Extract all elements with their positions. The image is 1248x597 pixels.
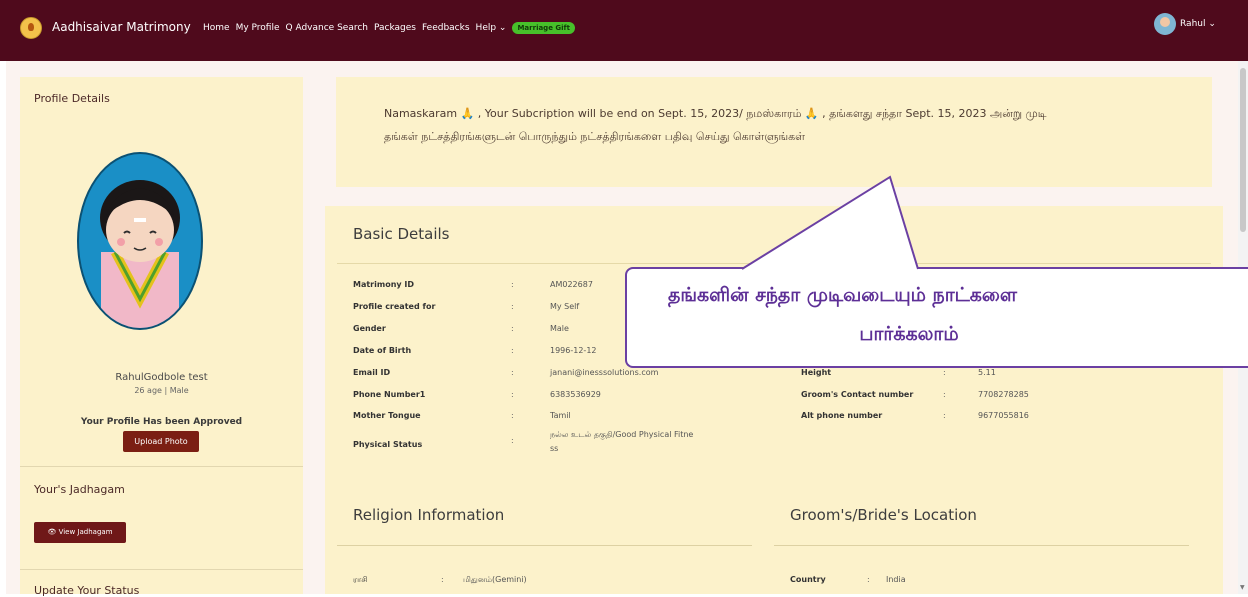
- field-value: 1996-12-12: [550, 346, 597, 355]
- field-colon: :: [441, 575, 444, 584]
- field-value: India: [886, 575, 906, 584]
- nav-help[interactable]: Help ⌄: [476, 23, 507, 33]
- field-value: 5.11: [978, 368, 996, 377]
- field-colon: :: [511, 436, 514, 445]
- field-colon: :: [943, 411, 946, 420]
- nav-packages[interactable]: Packages: [374, 23, 416, 33]
- avatar-illustration: [100, 180, 180, 328]
- user-avatar[interactable]: [1154, 13, 1176, 35]
- field-colon: :: [511, 324, 514, 333]
- field-value: My Self: [550, 302, 580, 311]
- callout-box: [625, 267, 1248, 368]
- field-label: Alt phone number: [801, 411, 883, 420]
- field-value: மிதுனம்(Gemini): [463, 575, 527, 584]
- profile-name: RahulGodbole test: [115, 372, 208, 383]
- user-menu[interactable]: Rahul ⌄: [1180, 19, 1216, 29]
- field-colon: :: [943, 368, 946, 377]
- profile-avatar: [77, 152, 203, 330]
- section-divider: [337, 263, 1211, 264]
- field-label: Date of Birth: [353, 346, 412, 355]
- field-label: Profile created for: [353, 302, 436, 311]
- callout-text: பார்க்கலாம்: [859, 323, 959, 345]
- approval-status: Your Profile Has been Approved: [80, 417, 243, 427]
- field-value: 6383536929: [550, 390, 601, 399]
- scroll-down-icon[interactable]: ▼: [1240, 584, 1245, 591]
- field-value: 9677055816: [978, 411, 1029, 420]
- field-colon: :: [867, 575, 870, 584]
- subscription-notice-text: தங்கள் நட்சத்திரங்களுடன் பொருந்தும் நட்ச…: [384, 130, 806, 143]
- field-label: Phone Number1: [353, 390, 426, 399]
- jadhagam-heading: Your's Jadhagam: [34, 483, 125, 496]
- nav-my-profile[interactable]: My Profile: [236, 23, 280, 33]
- field-value: AM022687: [550, 280, 593, 289]
- field-label: Height: [801, 368, 832, 377]
- basic-details-heading: Basic Details: [353, 225, 450, 243]
- profile-age-gender: 26 age | Male: [134, 386, 189, 395]
- field-label: Matrimony ID: [353, 280, 415, 289]
- field-value: janani@inesssolutions.com: [550, 368, 659, 377]
- field-colon: :: [511, 302, 514, 311]
- field-colon: :: [511, 280, 514, 289]
- field-value: Male: [550, 324, 569, 333]
- upload-photo-button[interactable]: Upload Photo: [123, 431, 199, 452]
- profile-sidebar: [20, 77, 303, 594]
- location-heading: Groom's/Bride's Location: [790, 506, 977, 524]
- section-divider: [774, 545, 1189, 546]
- sidebar-divider: [20, 466, 303, 467]
- section-divider: [337, 545, 752, 546]
- brand-logo[interactable]: [20, 17, 42, 39]
- brand-name[interactable]: Aadhisaivar Matrimony: [52, 20, 191, 34]
- field-colon: :: [511, 390, 514, 399]
- field-label: Email ID: [353, 368, 391, 377]
- field-label: Physical Status: [353, 440, 423, 449]
- sidebar-divider: [20, 569, 303, 570]
- field-colon: :: [943, 390, 946, 399]
- field-label: Country: [790, 575, 826, 584]
- field-value: Tamil: [550, 411, 571, 420]
- update-status-heading: Update Your Status: [34, 584, 140, 597]
- main-nav: Home My Profile Q Advance Search Package…: [203, 22, 581, 34]
- field-label: ராசி: [353, 575, 368, 584]
- field-colon: :: [511, 346, 514, 355]
- nav-home[interactable]: Home: [203, 23, 230, 33]
- field-value: 7708278285: [978, 390, 1029, 399]
- nav-advance-search[interactable]: Q Advance Search: [286, 23, 368, 33]
- field-colon: :: [511, 411, 514, 420]
- subscription-notice-text: Namaskaram 🙏 , Your Subcription will be …: [384, 107, 1047, 120]
- field-label: Groom's Contact number: [801, 390, 914, 399]
- field-value: நல்ல உடல் தகுதி/Good Physical Fitne: [550, 430, 694, 439]
- marriage-gift-badge[interactable]: Marriage Gift: [512, 22, 575, 34]
- field-label: Mother Tongue: [353, 411, 421, 420]
- nav-feedbacks[interactable]: Feedbacks: [422, 23, 470, 33]
- scrollbar-thumb[interactable]: [1240, 68, 1246, 232]
- details-panel: [325, 206, 1223, 594]
- field-colon: :: [511, 368, 514, 377]
- callout-text: தங்களின் சந்தா முடிவடையும் நாட்களை: [668, 284, 1018, 306]
- view-jadhagam-button[interactable]: 👁 View Jadhagam: [34, 522, 126, 543]
- religion-heading: Religion Information: [353, 506, 505, 524]
- field-label: Gender: [353, 324, 386, 333]
- profile-details-heading: Profile Details: [34, 92, 110, 105]
- field-value: ss: [550, 444, 559, 453]
